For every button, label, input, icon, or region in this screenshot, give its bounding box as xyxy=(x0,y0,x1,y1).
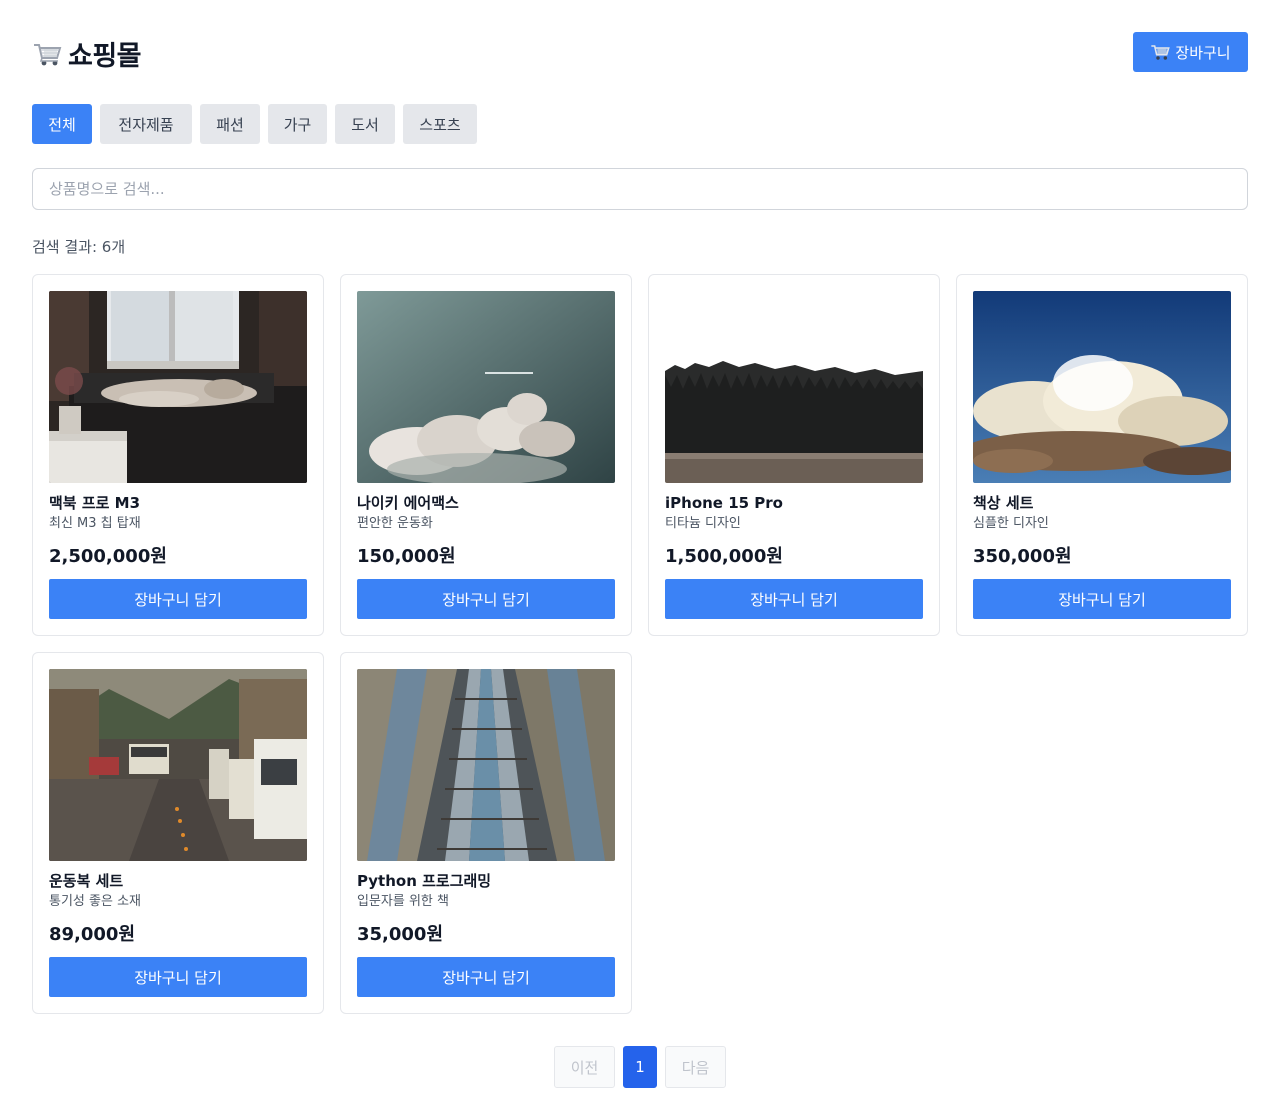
product-card: 맥북 프로 M3 최신 M3 칩 탑재 2,500,000원 장바구니 담기 xyxy=(32,274,324,636)
category-tabs: 전체 전자제품 패션 가구 도서 스포츠 xyxy=(32,104,477,144)
product-image[interactable] xyxy=(665,291,923,483)
product-price: 2,500,000원 xyxy=(49,546,167,567)
tab-sports[interactable]: 스포츠 xyxy=(403,104,477,144)
next-page-button[interactable]: 다음 xyxy=(665,1046,726,1088)
product-image[interactable] xyxy=(357,669,615,861)
product-description: 티타늄 디자인 xyxy=(665,516,741,531)
product-name[interactable]: 책상 세트 xyxy=(973,493,1231,513)
product-name[interactable]: 맥북 프로 M3 xyxy=(49,493,307,513)
product-description: 최신 M3 칩 탑재 xyxy=(49,516,141,531)
product-price: 150,000원 xyxy=(357,546,456,567)
product-image[interactable] xyxy=(49,669,307,861)
product-name[interactable]: iPhone 15 Pro xyxy=(665,493,923,513)
product-name[interactable]: Python 프로그래밍 xyxy=(357,871,615,891)
product-description: 편안한 운동화 xyxy=(357,516,433,531)
logo[interactable]: 쇼핑몰 xyxy=(32,34,142,73)
result-count: 검색 결과: 6개 xyxy=(32,238,126,256)
product-price: 89,000원 xyxy=(49,924,136,945)
product-card: Python 프로그래밍 입문자를 위한 책 35,000원 장바구니 담기 xyxy=(340,652,632,1014)
tab-books[interactable]: 도서 xyxy=(335,104,395,144)
tab-all[interactable]: 전체 xyxy=(32,104,92,144)
shopping-cart-icon xyxy=(32,39,62,69)
product-grid: 맥북 프로 M3 최신 M3 칩 탑재 2,500,000원 장바구니 담기 나… xyxy=(32,274,1248,1014)
search-input[interactable] xyxy=(32,168,1248,210)
prev-page-button[interactable]: 이전 xyxy=(554,1046,615,1088)
add-to-cart-button[interactable]: 장바구니 담기 xyxy=(49,579,307,619)
product-name[interactable]: 운동복 세트 xyxy=(49,871,307,891)
product-image[interactable] xyxy=(49,291,307,483)
product-price: 1,500,000원 xyxy=(665,546,783,567)
shopping-cart-icon xyxy=(1150,42,1171,62)
add-to-cart-button[interactable]: 장바구니 담기 xyxy=(357,957,615,997)
add-to-cart-button[interactable]: 장바구니 담기 xyxy=(357,579,615,619)
product-card: 나이키 에어맥스 편안한 운동화 150,000원 장바구니 담기 xyxy=(340,274,632,636)
tab-electronics[interactable]: 전자제품 xyxy=(100,104,192,144)
product-card: iPhone 15 Pro 티타늄 디자인 1,500,000원 장바구니 담기 xyxy=(648,274,940,636)
product-description: 통기성 좋은 소재 xyxy=(49,894,141,909)
header: 쇼핑몰 장바구니 xyxy=(32,32,1248,72)
tab-furniture[interactable]: 가구 xyxy=(268,104,327,144)
product-price: 350,000원 xyxy=(973,546,1072,567)
cart-button[interactable]: 장바구니 xyxy=(1133,32,1248,72)
product-description: 입문자를 위한 책 xyxy=(357,894,449,909)
product-image[interactable] xyxy=(973,291,1231,483)
pagination: 이전 1 다음 xyxy=(0,1046,1280,1088)
cart-button-label: 장바구니 xyxy=(1175,43,1231,62)
product-price: 35,000원 xyxy=(357,924,444,945)
app-title: 쇼핑몰 xyxy=(68,41,142,72)
page-number-button[interactable]: 1 xyxy=(623,1046,657,1088)
product-description: 심플한 디자인 xyxy=(973,516,1049,531)
add-to-cart-button[interactable]: 장바구니 담기 xyxy=(973,579,1231,619)
product-name[interactable]: 나이키 에어맥스 xyxy=(357,493,615,513)
product-image[interactable] xyxy=(357,291,615,483)
product-card: 책상 세트 심플한 디자인 350,000원 장바구니 담기 xyxy=(956,274,1248,636)
add-to-cart-button[interactable]: 장바구니 담기 xyxy=(49,957,307,997)
tab-fashion[interactable]: 패션 xyxy=(200,104,260,144)
add-to-cart-button[interactable]: 장바구니 담기 xyxy=(665,579,923,619)
product-card: 운동복 세트 통기성 좋은 소재 89,000원 장바구니 담기 xyxy=(32,652,324,1014)
